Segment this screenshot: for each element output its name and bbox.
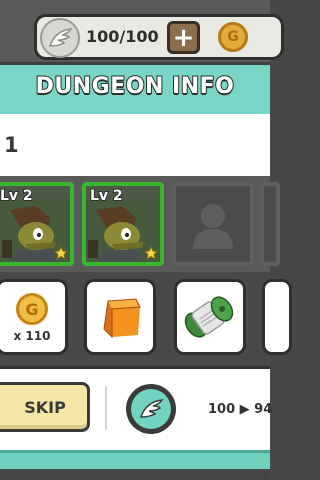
star-icon	[54, 246, 68, 260]
level-strip	[0, 114, 270, 176]
reward-quantity: x 110	[13, 329, 51, 343]
hero-level: Lv 2	[0, 187, 33, 205]
gold-symbol: G	[25, 299, 39, 319]
reward-item[interactable]	[84, 279, 156, 355]
wing-icon	[131, 389, 171, 429]
empty-hero-slot[interactable]	[260, 182, 280, 266]
energy-count: 100/100	[86, 27, 159, 46]
footer-band	[0, 450, 270, 480]
energy-cost: 100 ▶ 94	[208, 402, 273, 417]
hero-level: Lv 2	[89, 187, 123, 205]
add-energy-button[interactable]: +	[167, 21, 200, 54]
reward-gold[interactable]: G x 110	[0, 279, 68, 355]
reward-item[interactable]	[174, 279, 246, 355]
plus-icon: +	[172, 22, 195, 53]
enter-dungeon-button[interactable]	[126, 384, 176, 434]
divider	[105, 386, 107, 430]
hero-card[interactable]: Lv 2	[0, 182, 74, 266]
star-icon	[144, 246, 158, 260]
empty-hero-icon	[193, 204, 233, 249]
gold-coin-icon: G	[16, 293, 48, 325]
skip-button[interactable]: SKIP	[0, 382, 90, 432]
dungeon-level: 1	[4, 133, 19, 157]
empty-hero-slot[interactable]	[172, 182, 254, 266]
hero-card[interactable]: Lv 2	[82, 182, 164, 266]
page-title: DUNGEON INFO	[35, 73, 235, 100]
wing-icon	[40, 18, 80, 58]
thread-spool-icon	[184, 296, 234, 338]
reward-item[interactable]	[262, 279, 292, 355]
orange-cube-icon	[103, 298, 141, 339]
gold-symbol: G	[227, 29, 239, 45]
gold-coin-icon: G	[218, 22, 248, 52]
